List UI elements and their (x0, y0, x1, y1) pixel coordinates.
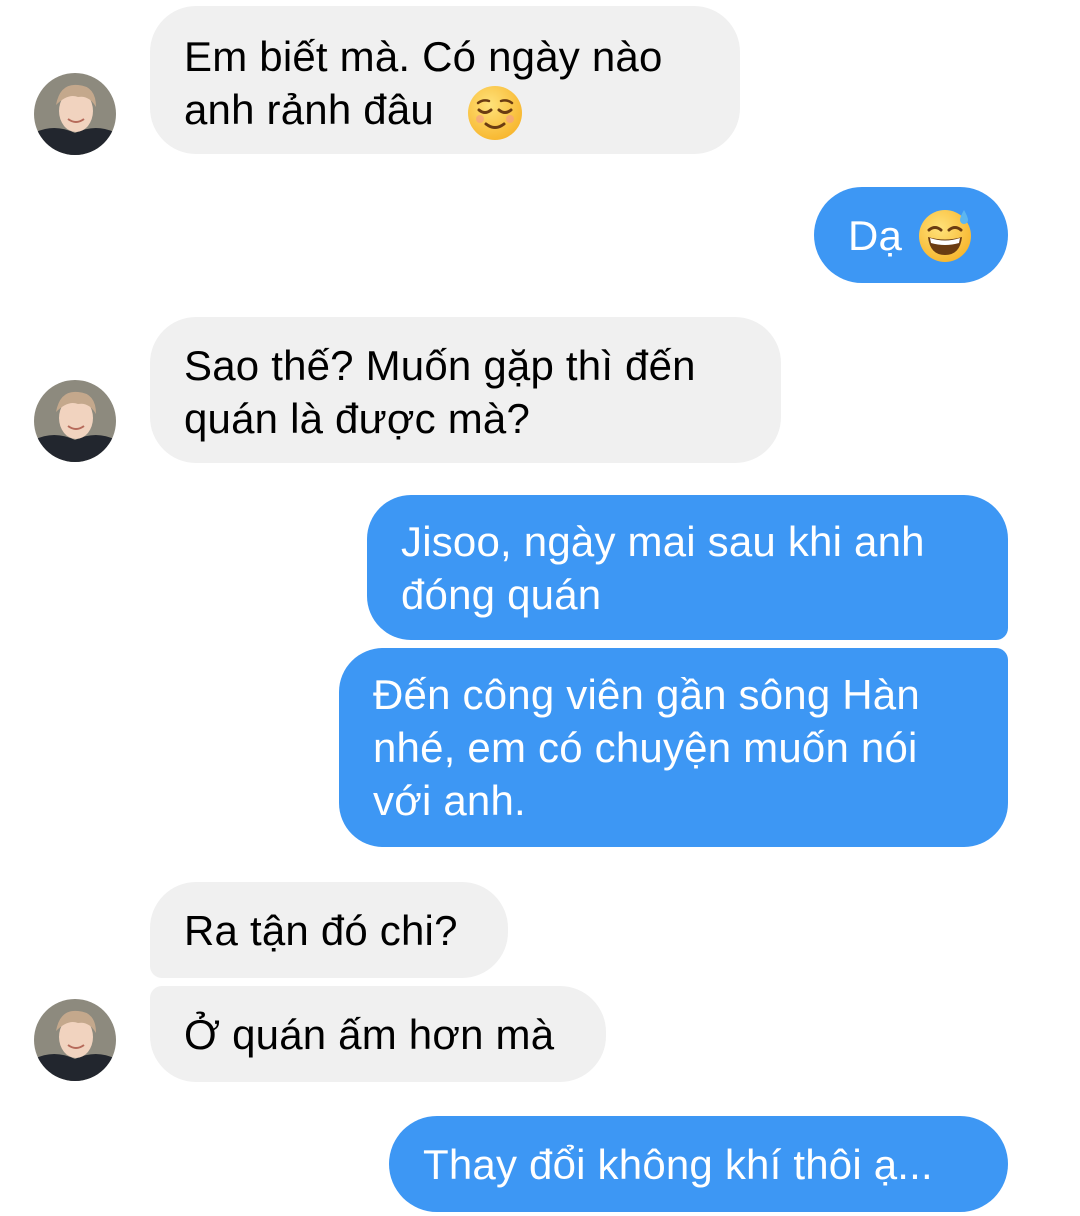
contact-avatar[interactable] (34, 999, 116, 1081)
message-text-line: Em biết mà. Có ngày nào anh rảnh đâu (184, 33, 663, 133)
message-text-line: Sao thế? Muốn gặp thì đến quán là được m… (184, 342, 696, 442)
message-bubble-incoming[interactable]: Sao thế? Muốn gặp thì đến quán là được m… (150, 317, 781, 463)
message-bubble-incoming[interactable]: Em biết mà. Có ngày nào anh rảnh đâu (150, 6, 740, 154)
message-bubble-incoming[interactable]: Ở quán ấm hơn mà (150, 986, 606, 1082)
message-text-line: Thay đổi không khí thôi ạ... (423, 1141, 933, 1188)
message-bubble-outgoing[interactable]: Dạ (814, 187, 1008, 283)
message-bubble-outgoing[interactable]: Thay đổi không khí thôi ạ... (389, 1116, 1008, 1212)
message-text-line: Ở quán ấm hơn mà (184, 1011, 555, 1058)
message-bubble-outgoing[interactable]: Đến công viên gần sông Hàn nhé, em có ch… (339, 648, 1008, 847)
message-text-line: Dạ (848, 212, 903, 259)
message-bubble-incoming[interactable]: Ra tận đó chi? (150, 882, 508, 978)
grinning-sweat-face-icon (916, 206, 974, 269)
chat-screen: { "messages": [ { "sender": "them", "tex… (0, 0, 1080, 1216)
message-text-line: Đến công viên gần sông Hàn nhé, em có ch… (373, 671, 920, 824)
contact-avatar[interactable] (34, 380, 116, 462)
message-text-line: Ra tận đó chi? (184, 907, 458, 954)
message-text-line: Jisoo, ngày mai sau khi anh đóng quán (401, 518, 925, 618)
message-bubble-outgoing[interactable]: Jisoo, ngày mai sau khi anh đóng quán (367, 495, 1008, 640)
contact-avatar[interactable] (34, 73, 116, 155)
relieved-face-icon (466, 84, 524, 147)
